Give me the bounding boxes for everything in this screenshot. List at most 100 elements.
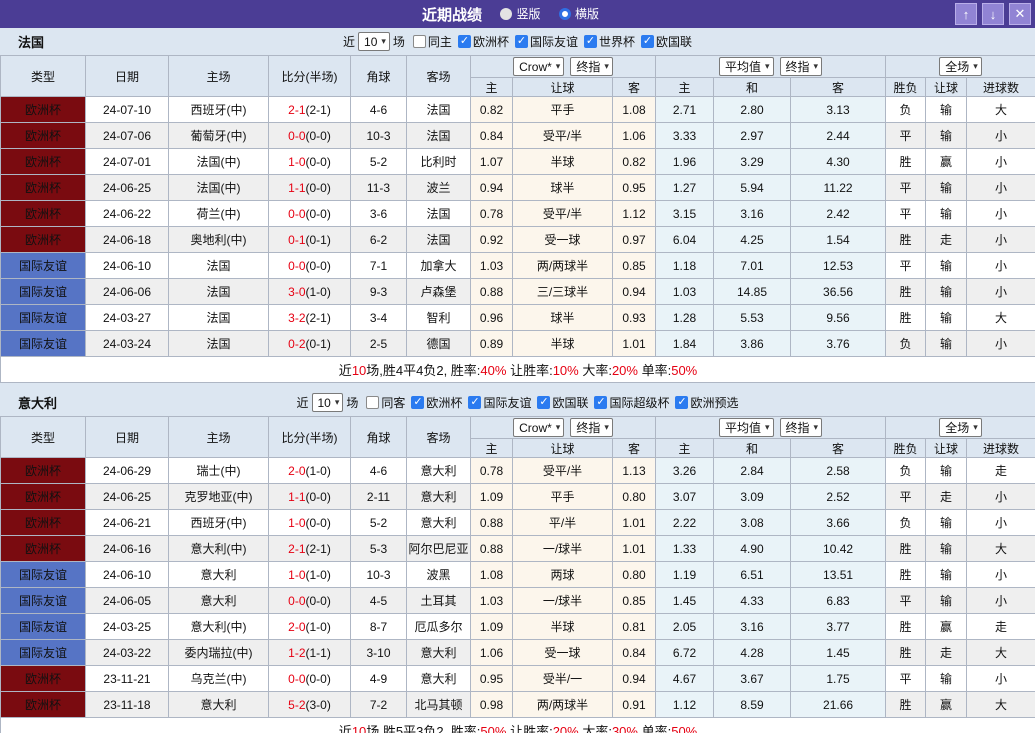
down-arrow-icon: ↓ <box>990 7 997 22</box>
handicap-line-cell: 半球 <box>513 614 613 640</box>
avg-draw-cell: 4.25 <box>714 227 791 253</box>
layout-vertical-radio[interactable]: 竖版 <box>500 5 540 22</box>
column-header: 客 <box>613 78 656 97</box>
competition-checkbox[interactable]: ✓ <box>675 396 688 409</box>
result-handicap-cell: 输 <box>926 97 967 123</box>
home-team-cell: 葡萄牙(中) <box>169 123 269 149</box>
recent-results-table: 类型日期主场比分(半场)角球客场Crow*▾终指▾平均值▾终指▾全场▾主让球客主… <box>0 416 1035 733</box>
avg-draw-cell: 5.94 <box>714 175 791 201</box>
competition-checkbox[interactable]: ✓ <box>594 396 607 409</box>
match-type-cell: 国际友谊 <box>1 614 86 640</box>
avg-away-cell: 21.66 <box>791 692 886 718</box>
same-venue-checkbox[interactable] <box>366 396 379 409</box>
odds-time-select-value: 终指 <box>576 419 600 436</box>
result-outcome-cell: 胜 <box>886 305 926 331</box>
chevron-down-icon: ▾ <box>814 61 819 72</box>
result-handicap-cell: 输 <box>926 458 967 484</box>
odds-away-cell: 1.01 <box>613 331 656 357</box>
corners-cell: 10-3 <box>351 562 407 588</box>
away-team-cell: 卢森堡 <box>407 279 471 305</box>
avg-home-cell: 1.96 <box>656 149 714 175</box>
home-team-cell: 西班牙(中) <box>169 97 269 123</box>
bookmaker-select-value: Crow* <box>519 421 552 435</box>
result-outcome-cell: 负 <box>886 331 926 357</box>
summary-value: 50% <box>480 724 506 733</box>
summary-text: 大率: <box>579 363 612 378</box>
result-goals-cell: 小 <box>967 510 1035 536</box>
competition-checkbox[interactable]: ✓ <box>515 35 528 48</box>
result-goals-cell: 大 <box>967 692 1035 718</box>
score-cell: 2-0(1-0) <box>269 458 351 484</box>
result-handicap-cell: 输 <box>926 588 967 614</box>
close-button[interactable]: ✕ <box>1009 3 1031 25</box>
result-outcome-cell: 胜 <box>886 149 926 175</box>
away-team-cell: 德国 <box>407 331 471 357</box>
table-row: 国际友谊24-06-06法国3-0(1-0)9-3卢森堡0.88三/三球半0.9… <box>1 279 1035 305</box>
near-label: 近 <box>296 394 308 411</box>
competition-checkbox[interactable]: ✓ <box>537 396 550 409</box>
avg-time-select[interactable]: 终指▾ <box>780 57 823 76</box>
bookmaker-select[interactable]: Crow*▾ <box>513 418 564 437</box>
column-header: 胜负 <box>886 439 926 458</box>
avg-away-cell: 2.58 <box>791 458 886 484</box>
odds-home-cell: 1.09 <box>471 484 513 510</box>
table-row: 国际友谊24-06-10法国0-0(0-0)7-1加拿大1.03两/两球半0.8… <box>1 253 1035 279</box>
match-count-select[interactable]: 10▾ <box>312 393 344 412</box>
matches-label: 场 <box>346 394 358 411</box>
avg-home-cell: 1.12 <box>656 692 714 718</box>
date-cell: 24-03-22 <box>86 640 169 666</box>
handicap-line-cell: 两球 <box>513 562 613 588</box>
home-team-cell: 法国 <box>169 305 269 331</box>
avg-time-select[interactable]: 终指▾ <box>780 418 823 437</box>
full-time-score: 1-1 <box>288 490 305 504</box>
half-time-score: (0-1) <box>306 233 331 247</box>
radio-label: 横版 <box>575 5 599 22</box>
competition-checkbox[interactable]: ✓ <box>411 396 424 409</box>
summary-value: 50% <box>671 363 697 378</box>
match-count-select[interactable]: 10▾ <box>358 32 390 51</box>
odds-away-cell: 0.80 <box>613 562 656 588</box>
result-outcome-cell: 胜 <box>886 614 926 640</box>
avg-home-cell: 2.71 <box>656 97 714 123</box>
odds-time-select[interactable]: 终指▾ <box>570 57 613 76</box>
odds-home-cell: 0.98 <box>471 692 513 718</box>
home-team-cell: 荷兰(中) <box>169 201 269 227</box>
half-time-score: (0-0) <box>306 490 331 504</box>
table-row: 欧洲杯24-07-10西班牙(中)2-1(2-1)4-6法国0.82平手1.08… <box>1 97 1035 123</box>
same-venue-checkbox[interactable] <box>413 35 426 48</box>
competition-checkbox[interactable]: ✓ <box>584 35 597 48</box>
odds-away-cell: 1.12 <box>613 201 656 227</box>
odds-home-cell: 1.08 <box>471 562 513 588</box>
average-select[interactable]: 平均值▾ <box>719 418 774 437</box>
layout-horizontal-radio[interactable]: 横版 <box>559 5 599 22</box>
full-time-score: 2-1 <box>288 542 305 556</box>
corners-cell: 7-2 <box>351 692 407 718</box>
handicap-line-cell: 平手 <box>513 484 613 510</box>
corners-cell: 4-6 <box>351 458 407 484</box>
avg-away-cell: 3.77 <box>791 614 886 640</box>
move-up-button[interactable]: ↑ <box>955 3 977 25</box>
odds-time-select[interactable]: 终指▾ <box>570 418 613 437</box>
result-outcome-cell: 胜 <box>886 692 926 718</box>
move-down-button[interactable]: ↓ <box>982 3 1004 25</box>
average-select[interactable]: 平均值▾ <box>719 57 774 76</box>
competition-label: 欧洲预选 <box>690 394 738 411</box>
competition-checkbox[interactable]: ✓ <box>458 35 471 48</box>
column-header: 客 <box>791 78 886 97</box>
table-row: 欧洲杯24-07-06葡萄牙(中)0-0(0-0)10-3法国0.84受平/半1… <box>1 123 1035 149</box>
scope-select[interactable]: 全场▾ <box>939 57 982 76</box>
table-row: 欧洲杯24-06-16意大利(中)2-1(2-1)5-3阿尔巴尼亚0.88一/球… <box>1 536 1035 562</box>
bookmaker-select[interactable]: Crow*▾ <box>513 57 564 76</box>
odds-home-cell: 0.94 <box>471 175 513 201</box>
competition-checkbox[interactable]: ✓ <box>468 396 481 409</box>
close-icon: ✕ <box>1015 6 1026 22</box>
score-cell: 2-0(1-0) <box>269 614 351 640</box>
competition-checkbox[interactable]: ✓ <box>641 35 654 48</box>
match-type-cell: 欧洲杯 <box>1 458 86 484</box>
summary-row: 近10场,胜5平3负2, 胜率:50% 让胜率:20% 大率:30% 单率:50… <box>1 718 1035 733</box>
match-type-cell: 欧洲杯 <box>1 510 86 536</box>
away-team-cell: 土耳其 <box>407 588 471 614</box>
scope-select[interactable]: 全场▾ <box>939 418 982 437</box>
chevron-down-icon: ▾ <box>381 36 386 47</box>
odds-home-cell: 1.03 <box>471 253 513 279</box>
